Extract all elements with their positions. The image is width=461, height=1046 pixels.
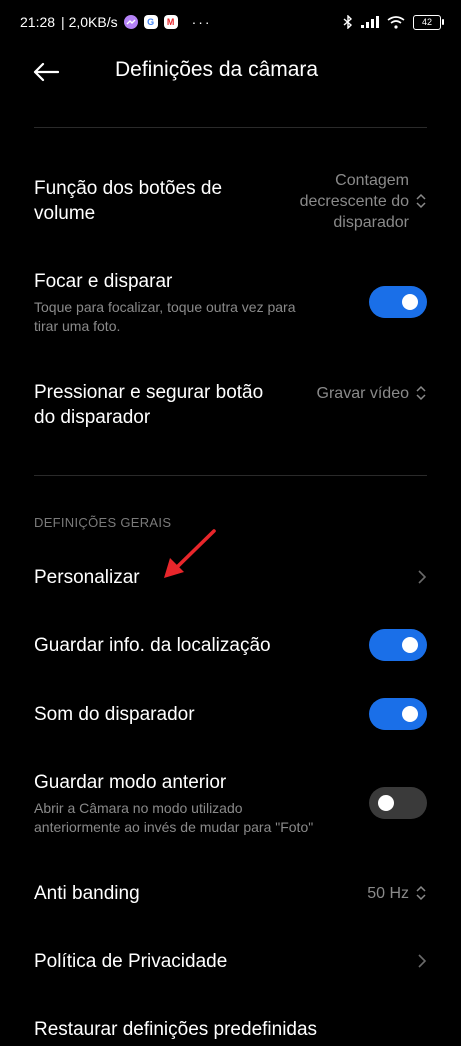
- signal-icon: [361, 16, 379, 28]
- setting-focus-shoot[interactable]: Focar e disparar Toque para focalizar, t…: [34, 270, 427, 334]
- setting-title: Guardar info. da localização: [34, 634, 271, 656]
- setting-text: Função dos botões de volume: [34, 176, 300, 226]
- setting-title: Focar e disparar: [34, 270, 173, 292]
- status-left: 21:28 | 2,0KB/s G M ···: [20, 14, 212, 30]
- setting-description: Toque para focalizar, toque outra vez pa…: [34, 298, 369, 336]
- setting-title: Pressionar e segurar botão: [34, 382, 264, 403]
- setting-save-location[interactable]: Guardar info. da localização: [34, 628, 427, 662]
- setting-title: Guardar modo anterior: [34, 771, 227, 793]
- divider: [34, 475, 427, 476]
- setting-title: Política de Privacidade: [34, 950, 228, 972]
- setting-value-line: disparador: [333, 213, 409, 231]
- shutter-sound-toggle[interactable]: [369, 698, 427, 730]
- page-title: Definições da câmara: [115, 58, 319, 81]
- save-location-toggle[interactable]: [369, 629, 427, 661]
- setting-text: Personalizar: [34, 565, 417, 590]
- setting-save-previous-mode[interactable]: Guardar modo anterior Abrir a Câmara no …: [34, 770, 427, 836]
- setting-text: Política de Privacidade: [34, 949, 417, 974]
- chevron-updown-icon: [416, 193, 426, 209]
- setting-title: Função dos botões de: [34, 178, 223, 199]
- setting-value-container: Gravar vídeo: [317, 383, 427, 404]
- back-button[interactable]: [30, 58, 62, 86]
- setting-privacy-policy[interactable]: Política de Privacidade: [34, 944, 427, 978]
- description-line: Abrir a Câmara no modo utilizado: [34, 799, 243, 816]
- battery-icon: 42: [413, 14, 444, 30]
- setting-press-hold[interactable]: Pressionar e segurar botão do disparador…: [34, 378, 427, 432]
- status-time: 21:28: [20, 14, 56, 30]
- status-network-speed: | 2,0KB/s: [61, 14, 118, 30]
- setting-anti-banding[interactable]: Anti banding 50 Hz: [34, 876, 427, 910]
- description-line: Toque para focalizar, toque outra vez pa…: [34, 298, 296, 315]
- section-header-general: DEFINIÇÕES GERAIS: [34, 515, 172, 530]
- setting-title: Restaurar definições predefinidas: [34, 1018, 318, 1040]
- setting-customize[interactable]: Personalizar: [34, 560, 427, 594]
- setting-text: Guardar modo anterior Abrir a Câmara no …: [34, 770, 369, 837]
- setting-value-container: Contagem decrescente do disparador: [300, 170, 427, 233]
- red-arrow-annotation: [164, 529, 216, 578]
- setting-volume-buttons[interactable]: Função dos botões de volume Contagem dec…: [34, 170, 427, 232]
- setting-text: Anti banding: [34, 881, 367, 906]
- chevron-right-icon: [418, 954, 427, 968]
- setting-text: Focar e disparar Toque para focalizar, t…: [34, 269, 369, 336]
- toggle-knob: [402, 294, 418, 310]
- arrow-left-icon: [33, 62, 59, 82]
- setting-shutter-sound[interactable]: Som do disparador: [34, 697, 427, 731]
- setting-value-line: Contagem: [335, 171, 409, 189]
- setting-title: volume: [34, 203, 96, 224]
- setting-title: Anti banding: [34, 882, 140, 904]
- setting-text: Pressionar e segurar botão do disparador: [34, 380, 317, 430]
- toggle-knob: [402, 637, 418, 653]
- save-previous-mode-toggle[interactable]: [369, 787, 427, 819]
- setting-value-line: decrescente do: [299, 192, 409, 210]
- setting-text: Som do disparador: [34, 702, 369, 727]
- toggle-knob: [402, 706, 418, 722]
- setting-title: Personalizar: [34, 566, 140, 588]
- setting-text: Guardar info. da localização: [34, 633, 369, 658]
- bluetooth-icon: [343, 15, 353, 29]
- setting-value-container: 50 Hz: [367, 883, 427, 904]
- setting-text: Restaurar definições predefinidas: [34, 1017, 427, 1042]
- wifi-icon: [387, 15, 405, 29]
- chevron-updown-icon: [416, 885, 426, 901]
- setting-value: 50 Hz: [367, 884, 409, 902]
- setting-title: Som do disparador: [34, 703, 195, 725]
- toggle-knob: [378, 795, 394, 811]
- google-icon: G: [143, 15, 158, 29]
- status-right: 42: [343, 14, 444, 30]
- chevron-right-icon: [418, 570, 427, 584]
- setting-description: Abrir a Câmara no modo utilizado anterio…: [34, 799, 369, 837]
- status-bar: 21:28 | 2,0KB/s G M ··· 42: [0, 0, 461, 44]
- description-line: tirar uma foto.: [34, 317, 121, 334]
- divider: [34, 127, 427, 128]
- focus-shoot-toggle[interactable]: [369, 286, 427, 318]
- setting-value: Contagem decrescente do disparador: [300, 170, 409, 233]
- setting-value: Gravar vídeo: [316, 384, 409, 402]
- messenger-icon: [123, 15, 138, 29]
- app-header: Definições da câmara: [0, 44, 461, 100]
- setting-restore-defaults[interactable]: Restaurar definições predefinidas: [34, 1012, 427, 1046]
- description-line: anteriormente ao invés de mudar para "Fo…: [34, 818, 314, 835]
- more-notifications-icon: ···: [191, 14, 212, 30]
- chevron-updown-icon: [416, 385, 426, 401]
- setting-title: do disparador: [34, 407, 151, 428]
- gmail-icon: M: [163, 15, 178, 29]
